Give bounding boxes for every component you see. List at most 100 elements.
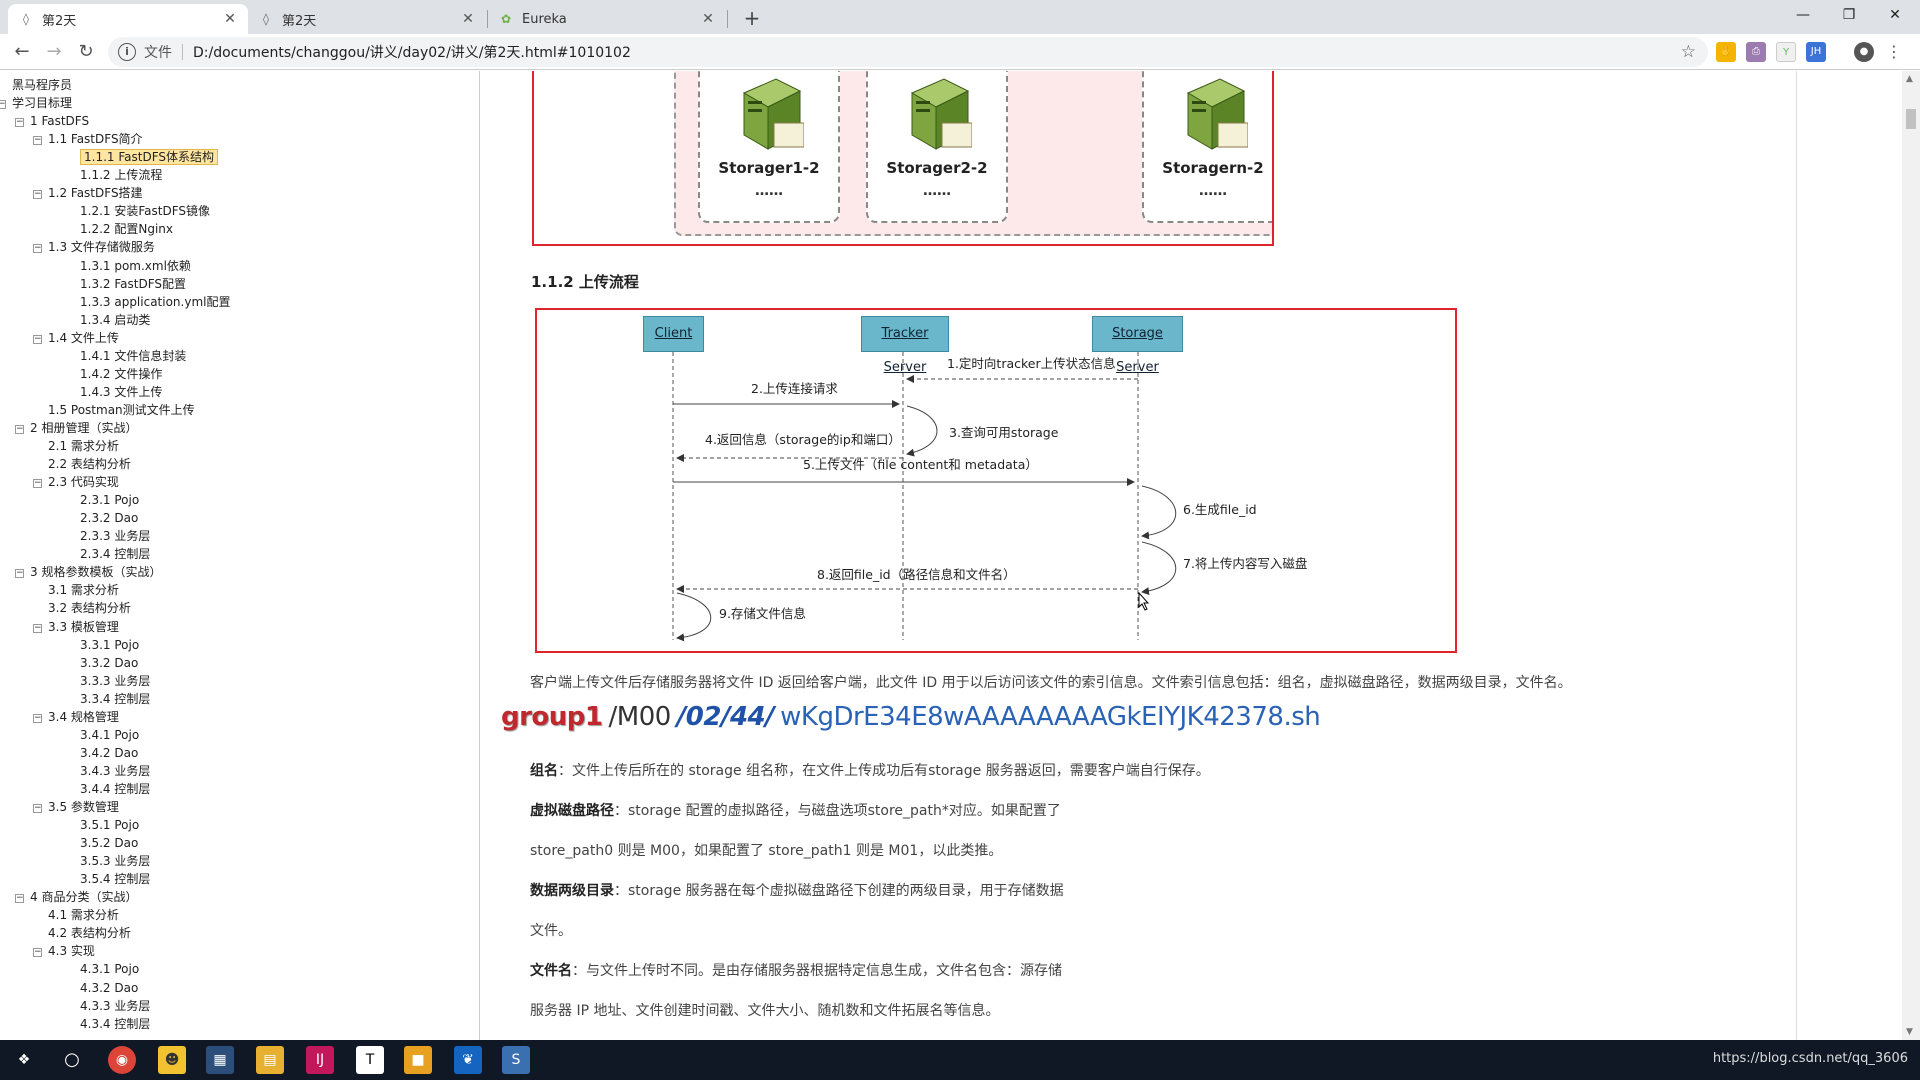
folder-icon[interactable]: ▤ <box>256 1046 284 1074</box>
toc-item[interactable]: 3.4.1 Pojo <box>80 726 139 744</box>
collapse-toggle-icon[interactable]: − <box>0 100 6 110</box>
toc-item[interactable]: 4.3.4 控制层 <box>80 1015 150 1033</box>
url-text[interactable]: D:/documents/changgou/讲义/day02/讲义/第2天.ht… <box>193 42 631 62</box>
extension-hand-icon[interactable]: ✋ <box>1716 42 1736 62</box>
toc-item[interactable]: 1.4.1 文件信息封装 <box>80 347 186 365</box>
toc-item[interactable]: 黑马程序员 <box>12 76 72 94</box>
collapse-toggle-icon[interactable]: − <box>33 136 42 146</box>
toc-item[interactable]: −1.3 文件存储微服务 <box>33 238 155 256</box>
toc-item[interactable]: 1.4.3 文件上传 <box>80 383 162 401</box>
intellij-icon[interactable]: IJ <box>306 1046 334 1074</box>
account-icon[interactable]: ● <box>1854 42 1874 62</box>
close-tab-icon[interactable]: ✕ <box>700 11 716 27</box>
collapse-toggle-icon[interactable]: − <box>33 244 42 254</box>
app-icon[interactable]: ■ <box>404 1046 432 1074</box>
toc-item[interactable]: 1.1.1 FastDFS体系结构 <box>80 148 219 166</box>
toc-item[interactable]: 2.1 需求分析 <box>48 437 119 455</box>
scroll-thumb[interactable] <box>1906 109 1916 129</box>
back-icon[interactable]: ← <box>8 38 36 66</box>
scroll-down-icon[interactable]: ▼ <box>1906 1027 1913 1037</box>
toc-item[interactable]: 4.1 需求分析 <box>48 906 119 924</box>
toc-item[interactable]: 1.1.2 上传流程 <box>80 166 162 184</box>
typora-icon[interactable]: T <box>356 1046 384 1074</box>
toc-item[interactable]: −3.4 规格管理 <box>33 708 119 726</box>
toc-item[interactable]: 3.4.2 Dao <box>80 744 138 762</box>
extension-y-icon[interactable]: Y <box>1776 42 1796 62</box>
extension-printer-icon[interactable]: ⎙ <box>1746 42 1766 62</box>
toc-item[interactable]: 3.2 表结构分析 <box>48 599 131 617</box>
restore-icon[interactable]: ❐ <box>1826 0 1872 30</box>
toc-item[interactable]: 1.2.2 配置Nginx <box>80 220 173 238</box>
toc-item[interactable]: 4.3.2 Dao <box>80 979 138 997</box>
toc-item[interactable]: 3.3.2 Dao <box>80 654 138 672</box>
toc-item[interactable]: 1.4.2 文件操作 <box>80 365 162 383</box>
toc-item[interactable]: −3 规格参数模板（实战） <box>15 563 161 581</box>
toc-item[interactable]: −4.3 实现 <box>33 942 95 960</box>
toc-item[interactable]: −3.3 模板管理 <box>33 618 119 636</box>
toc-item[interactable]: 3.3.1 Pojo <box>80 636 139 654</box>
toc-item[interactable]: 3.1 需求分析 <box>48 581 119 599</box>
collapse-toggle-icon[interactable]: − <box>15 569 24 579</box>
toc-item[interactable]: −3.5 参数管理 <box>33 798 119 816</box>
windows-start-icon[interactable]: ❖ <box>10 1046 38 1074</box>
toc-item[interactable]: 2.3.2 Dao <box>80 509 138 527</box>
toc-item[interactable]: 3.3.3 业务层 <box>80 672 150 690</box>
toc-item[interactable]: 1.2.1 安装FastDFS镜像 <box>80 202 210 220</box>
extension-jh-icon[interactable]: JH <box>1806 42 1826 62</box>
collapse-toggle-icon[interactable]: − <box>33 713 42 723</box>
close-icon[interactable]: ✕ <box>1872 0 1918 30</box>
toc-item[interactable]: 2.3.3 业务层 <box>80 527 150 545</box>
new-tab-button[interactable]: + <box>738 6 766 30</box>
collapse-toggle-icon[interactable]: − <box>33 948 42 958</box>
toc-item[interactable]: 3.5.2 Dao <box>80 834 138 852</box>
menu-icon[interactable]: ⋮ <box>1884 42 1904 62</box>
collapse-toggle-icon[interactable]: − <box>15 118 24 128</box>
toc-item[interactable]: 3.4.4 控制层 <box>80 780 150 798</box>
chrome-icon[interactable]: ◉ <box>108 1046 136 1074</box>
tab-1[interactable]: ◊ 第2天 ✕ <box>248 4 486 34</box>
toc-item[interactable]: −2.3 代码实现 <box>33 473 119 491</box>
collapse-toggle-icon[interactable]: − <box>33 804 42 813</box>
collapse-toggle-icon[interactable]: − <box>33 479 42 489</box>
sublime-icon[interactable]: S <box>502 1046 530 1074</box>
screenshot-icon[interactable]: ▦ <box>206 1046 234 1074</box>
toc-item[interactable]: −1.2 FastDFS搭建 <box>33 184 143 202</box>
close-tab-icon[interactable]: ✕ <box>222 11 238 27</box>
toc-item[interactable]: 3.3.4 控制层 <box>80 690 150 708</box>
collapse-toggle-icon[interactable]: − <box>15 894 24 904</box>
collapse-toggle-icon[interactable]: − <box>33 623 42 633</box>
address-bar[interactable]: i 文件 D:/documents/changgou/讲义/day02/讲义/第… <box>108 37 1708 67</box>
toc-item[interactable]: 3.5.1 Pojo <box>80 816 139 834</box>
toc-item[interactable]: −1.4 文件上传 <box>33 329 119 347</box>
tab-2[interactable]: ✿ Eureka ✕ <box>488 4 726 34</box>
toc-item[interactable]: 2.3.1 Pojo <box>80 491 139 509</box>
toc-item[interactable]: 1.5 Postman测试文件上传 <box>48 401 195 419</box>
close-tab-icon[interactable]: ✕ <box>460 11 476 27</box>
toc-item[interactable]: 1.3.4 启动类 <box>80 311 150 329</box>
toc-item[interactable]: 4.3.1 Pojo <box>80 960 139 978</box>
toc-item[interactable]: −1.1 FastDFS简介 <box>33 130 143 148</box>
tab-0[interactable]: ◊ 第2天 ✕ <box>8 4 248 34</box>
game-icon[interactable]: ☻ <box>158 1046 186 1074</box>
collapse-toggle-icon[interactable]: − <box>15 424 24 434</box>
feather-icon[interactable]: ❦ <box>454 1046 482 1074</box>
reload-icon[interactable]: ↻ <box>72 38 100 66</box>
cortana-icon[interactable]: ○ <box>58 1046 86 1074</box>
info-icon[interactable]: i <box>118 43 136 61</box>
toc-item[interactable]: −1 FastDFS <box>15 112 89 130</box>
forward-icon[interactable]: → <box>40 38 68 66</box>
toc-item[interactable]: 1.3.3 application.yml配置 <box>80 293 230 311</box>
toc-item[interactable]: 3.5.3 业务层 <box>80 852 150 870</box>
toc-item[interactable]: −4 商品分类（实战） <box>15 888 137 906</box>
toc-item[interactable]: −2 相册管理（实战） <box>15 419 137 437</box>
scroll-up-icon[interactable]: ▲ <box>1906 74 1913 84</box>
toc-item[interactable]: 4.3.3 业务层 <box>80 997 150 1015</box>
toc-item[interactable]: 3.4.3 业务层 <box>80 762 150 780</box>
toc-item[interactable]: 3.5.4 控制层 <box>80 870 150 888</box>
bookmark-star-icon[interactable]: ☆ <box>1681 42 1696 62</box>
toc-item[interactable]: 2.3.4 控制层 <box>80 545 150 563</box>
toc-item[interactable]: 4.2 表结构分析 <box>48 924 131 942</box>
toc-item[interactable]: 1.3.2 FastDFS配置 <box>80 275 186 293</box>
toc-item[interactable]: 2.2 表结构分析 <box>48 455 131 473</box>
toc-item[interactable]: 1.3.1 pom.xml依赖 <box>80 257 191 275</box>
